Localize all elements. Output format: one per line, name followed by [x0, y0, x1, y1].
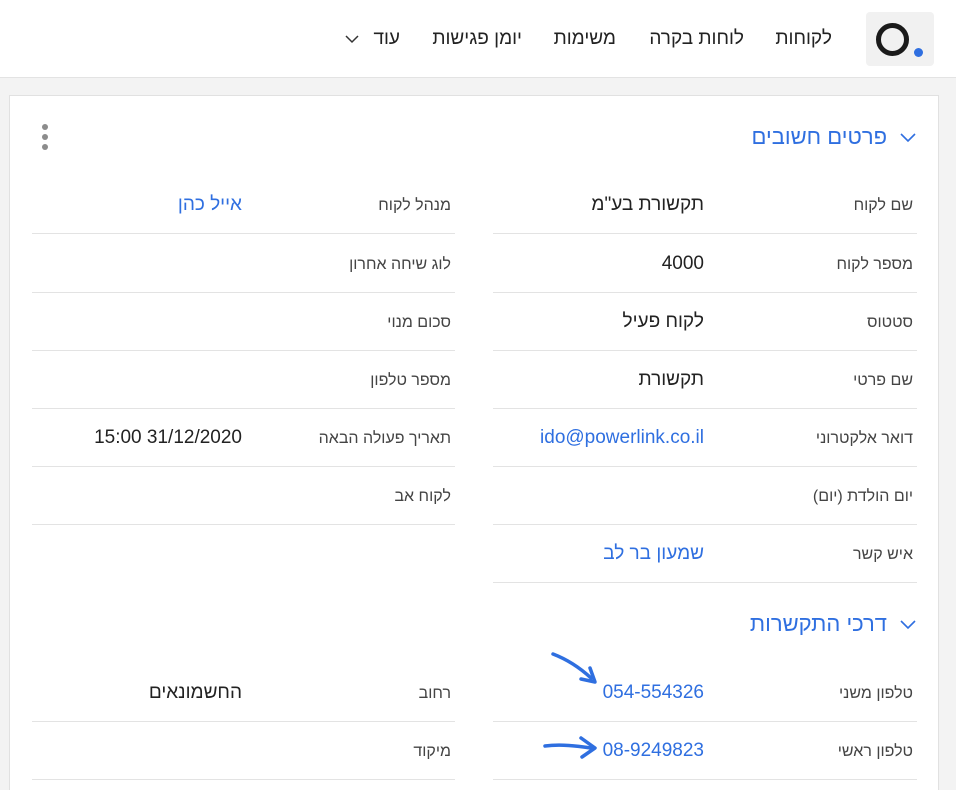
field-label: טלפון ראשי — [837, 743, 913, 760]
chevron-down-icon[interactable] — [899, 128, 917, 146]
account-manager-link[interactable]: אייל כהן — [178, 194, 242, 216]
field-row-last-call-log: לוג שיחה אחרון — [32, 235, 455, 293]
field-row-first-name: שם פרטי תקשורת — [493, 351, 917, 409]
field-label: יום הולדת (יום) — [812, 488, 913, 505]
chevron-down-icon[interactable] — [899, 615, 917, 633]
logo-ring — [876, 23, 909, 56]
field-row-zip: מיקוד — [32, 722, 455, 780]
logo-icon[interactable] — [866, 12, 934, 66]
nav-item-more[interactable]: עוד — [373, 28, 400, 50]
logo-dot — [914, 48, 923, 57]
field-label: שם לקוח — [853, 197, 913, 214]
nav-item-calendar[interactable]: יומן פגישות — [432, 28, 522, 50]
field-row-contact-person: איש קשר שמעון בר לב — [493, 525, 917, 583]
field-label: תאריך פעולה הבאה — [318, 430, 451, 447]
field-label: סכום מנוי — [387, 314, 451, 331]
email-link[interactable]: ido@powerlink.co.il — [540, 427, 704, 449]
kebab-menu-icon[interactable] — [38, 124, 52, 150]
field-row-parent-customer: לקוח אב — [32, 467, 455, 525]
section-title-important-details[interactable]: פרטים חשובים — [752, 124, 887, 150]
field-value[interactable]: תקשורת — [639, 369, 704, 391]
field-row-email: דואר אלקטרוני ido@powerlink.co.il — [493, 409, 917, 467]
kebab-dot — [42, 134, 48, 140]
field-row-customer-name: שם לקוח תקשורת בע"מ — [493, 176, 917, 234]
field-label: סטטוס — [866, 314, 913, 331]
field-value[interactable]: 4000 — [662, 253, 704, 275]
field-value[interactable]: תקשורת בע"מ — [591, 194, 704, 216]
field-label: לקוח אב — [394, 488, 451, 505]
nav-item-customers[interactable]: לקוחות — [775, 28, 832, 50]
field-label: מנהל לקוח — [378, 197, 451, 214]
kebab-dot — [42, 144, 48, 150]
field-label: מספר לקוח — [836, 256, 913, 273]
secondary-phone-link[interactable]: 054-554326 — [603, 682, 704, 704]
kebab-dot — [42, 124, 48, 130]
field-label: מספר טלפון — [370, 372, 451, 389]
nav-item-tasks[interactable]: משימות — [554, 28, 616, 50]
field-row-subscription-amount: סכום מנוי — [32, 293, 455, 351]
primary-phone-link[interactable]: 08-9249823 — [603, 740, 704, 762]
field-value[interactable]: 15:00 31/12/2020 — [94, 427, 242, 449]
section-title-contact-methods[interactable]: דרכי התקשרות — [750, 611, 887, 637]
field-label: לוג שיחה אחרון — [349, 256, 451, 273]
field-row-birthday: יום הולדת (יום) — [493, 467, 917, 525]
field-label: רחוב — [418, 685, 451, 702]
field-row-phone-number: מספר טלפון — [32, 351, 455, 409]
field-row-next-action-date: תאריך פעולה הבאה 15:00 31/12/2020 — [32, 409, 455, 467]
field-label: איש קשר — [853, 546, 913, 563]
field-label: דואר אלקטרוני — [815, 430, 913, 447]
contact-person-link[interactable]: שמעון בר לב — [603, 543, 704, 565]
arrow-icon — [543, 736, 597, 759]
chevron-down-icon[interactable] — [344, 31, 360, 47]
field-row-customer-number: מספר לקוח 4000 — [493, 235, 917, 293]
field-label: שם פרטי — [853, 372, 913, 389]
field-label: טלפון משני — [838, 685, 913, 702]
field-row-street: רחוב החשמונאים — [32, 664, 455, 722]
field-value[interactable]: לקוח פעיל — [623, 311, 704, 333]
field-row-account-manager: מנהל לקוח אייל כהן — [32, 176, 455, 234]
top-navigation-bar: לקוחות לוחות בקרה משימות יומן פגישות עוד — [0, 0, 956, 78]
nav-item-dashboards[interactable]: לוחות בקרה — [649, 28, 744, 50]
field-value[interactable]: החשמונאים — [149, 682, 242, 704]
field-row-status: סטטוס לקוח פעיל — [493, 293, 917, 351]
arrow-icon — [551, 652, 597, 684]
field-label: מיקוד — [413, 743, 451, 760]
